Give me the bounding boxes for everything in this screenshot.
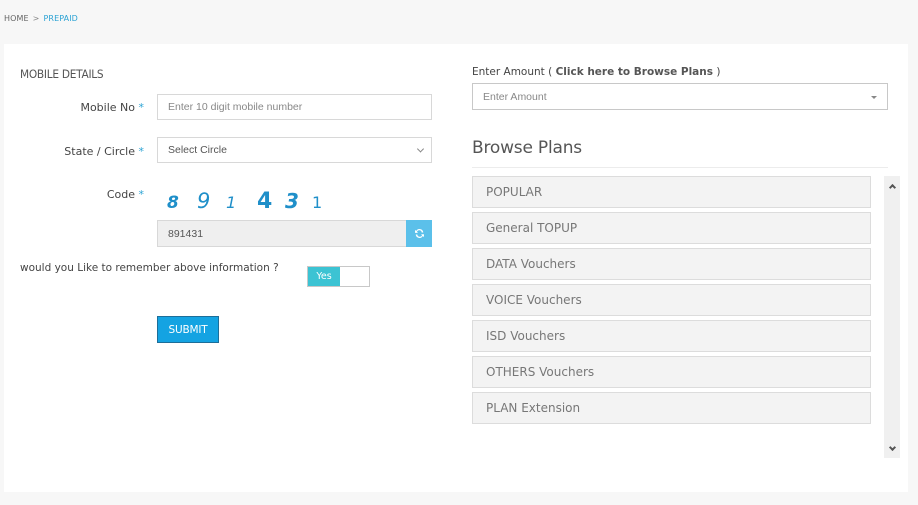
refresh-icon — [414, 229, 424, 238]
plan-item-voice-vouchers[interactable]: VOICE Vouchers — [472, 284, 871, 316]
plan-item-general-topup[interactable]: General TOPUP — [472, 212, 871, 244]
chevron-up-icon — [888, 183, 896, 191]
plan-item-data-vouchers[interactable]: DATA Vouchers — [472, 248, 871, 280]
mobile-no-label-text: Mobile No — [80, 101, 135, 114]
recharge-panel: MOBILE DETAILS Mobile No * Enter 10 digi… — [4, 44, 908, 492]
captcha-image: 8 9 1 4 3 1 — [167, 189, 326, 214]
plan-item-plan-extension[interactable]: PLAN Extension — [472, 392, 871, 424]
browse-plans-title: Browse Plans — [472, 138, 582, 158]
mobile-no-label: Mobile No * — [4, 101, 144, 114]
plans-scrollbar[interactable] — [884, 176, 900, 458]
plan-item-others-vouchers[interactable]: OTHERS Vouchers — [472, 356, 871, 388]
refresh-captcha-button[interactable] — [406, 220, 432, 247]
required-mark: * — [138, 188, 145, 201]
breadcrumb-separator: > — [32, 14, 40, 23]
plan-item-isd-vouchers[interactable]: ISD Vouchers — [472, 320, 871, 352]
divider — [472, 167, 888, 168]
amount-label-suffix: ) — [713, 66, 721, 78]
amount-input[interactable]: Enter Amount — [472, 83, 888, 110]
scroll-up-button[interactable] — [884, 178, 900, 192]
chevron-down-icon — [888, 443, 896, 451]
plan-item-popular[interactable]: POPULAR — [472, 176, 871, 208]
breadcrumb: HOME > PREPAID — [4, 14, 78, 23]
breadcrumb-home[interactable]: HOME — [4, 14, 29, 23]
amount-label-prefix: Enter Amount ( — [472, 66, 556, 78]
code-label-text: Code — [106, 188, 135, 201]
code-input-value: 891431 — [168, 227, 204, 240]
captcha-digit: 9 — [197, 189, 211, 213]
plans-list: POPULAR General TOPUP DATA Vouchers VOIC… — [472, 176, 871, 428]
remember-toggle[interactable]: Yes — [307, 266, 370, 287]
submit-button[interactable]: SUBMIT — [157, 316, 219, 343]
caret-down-icon — [871, 96, 877, 99]
state-circle-label-text: State / Circle — [64, 145, 135, 158]
captcha-digit: 8 — [167, 193, 179, 213]
required-mark: * — [138, 145, 145, 158]
captcha-digit: 1 — [312, 193, 323, 212]
mobile-number-input[interactable]: Enter 10 digit mobile number — [157, 94, 432, 120]
amount-placeholder: Enter Amount — [483, 90, 547, 103]
captcha-digit: 1 — [226, 193, 237, 212]
state-circle-selected: Select Circle — [168, 144, 227, 156]
scroll-down-button[interactable] — [884, 442, 900, 456]
toggle-on-label: Yes — [308, 267, 340, 286]
chevron-down-icon — [416, 145, 425, 153]
breadcrumb-current: PREPAID — [43, 14, 78, 23]
amount-label: Enter Amount ( Click here to Browse Plan… — [472, 66, 720, 78]
captcha-digit: 3 — [285, 189, 299, 213]
mobile-number-placeholder: Enter 10 digit mobile number — [168, 101, 303, 113]
required-mark: * — [138, 101, 145, 114]
code-input[interactable]: 891431 — [157, 220, 407, 247]
state-circle-label: State / Circle * — [4, 145, 144, 158]
mobile-details-title: MOBILE DETAILS — [20, 67, 104, 81]
captcha-digit: 4 — [257, 189, 273, 214]
state-circle-select[interactable]: Select Circle — [157, 137, 432, 163]
code-label: Code * — [4, 188, 144, 201]
remember-question: would you Like to remember above informa… — [20, 262, 279, 274]
browse-plans-link[interactable]: Click here to Browse Plans — [556, 66, 713, 78]
